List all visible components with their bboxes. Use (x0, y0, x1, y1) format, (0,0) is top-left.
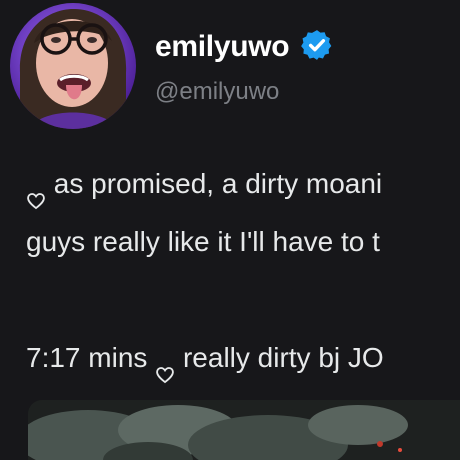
video-thumbnail[interactable] (28, 400, 460, 460)
tweet-line-3: 7:17 mins really dirty bj JO (26, 329, 460, 387)
display-name[interactable]: emilyuwo (155, 30, 290, 64)
tweet-line-2-text: guys really like it I'll have to t (26, 226, 380, 257)
tweet-text: as promised, a dirty moani guys really l… (26, 155, 460, 387)
author-header: emilyuwo (155, 30, 334, 64)
heart-outline-icon (26, 173, 46, 210)
heart-outline-icon (155, 347, 175, 384)
video-duration: 7:17 mins (26, 342, 148, 373)
profile-avatar[interactable] (10, 3, 136, 129)
tweet-line-1: as promised, a dirty moani (26, 155, 460, 213)
tweet-card: emilyuwo @emilyuwo as promised, a dirty … (0, 0, 460, 460)
author-handle[interactable]: @emilyuwo (155, 78, 279, 106)
tweet-line-1-text: as promised, a dirty moani (53, 168, 383, 199)
tweet-line-2: guys really like it I'll have to t (26, 213, 460, 271)
tweet-line-3-text: really dirty bj JO (182, 342, 384, 373)
verified-badge-icon (300, 28, 334, 62)
